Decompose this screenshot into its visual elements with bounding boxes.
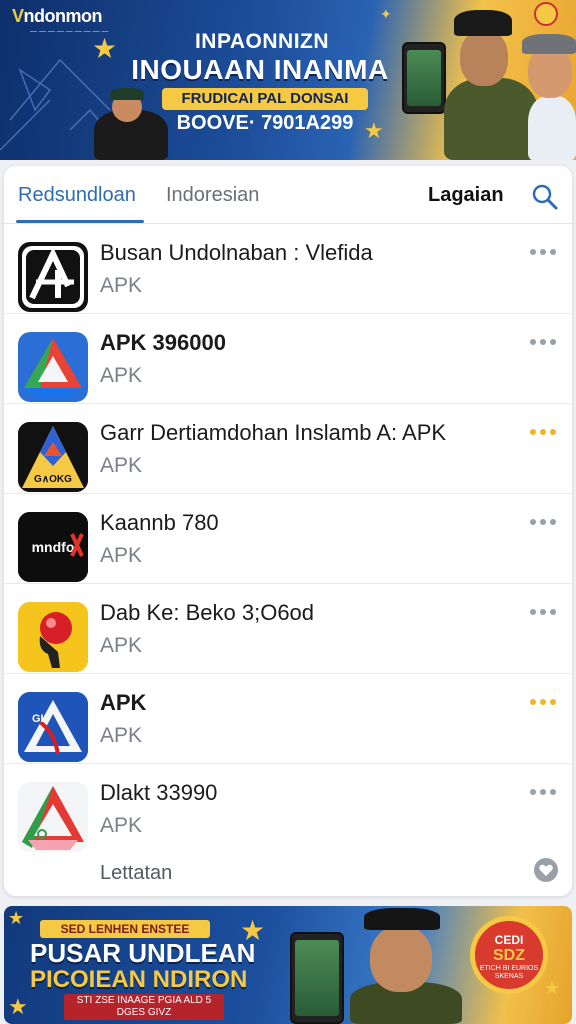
- blue-warning-icon: GL: [18, 692, 88, 762]
- app-title: Busan Undolnaban : Vlefida: [100, 240, 373, 265]
- bottom-banner-title1: PUSAR UNDLEAN: [30, 938, 256, 968]
- app-subtitle: APK: [100, 634, 143, 657]
- banner-highlight: FRUDICAI PAL DONSAI: [162, 88, 368, 110]
- tab-redsundloan[interactable]: Redsundloan: [18, 184, 136, 207]
- tab-bar: Redsundloan Indoresian Lagaian: [4, 166, 572, 224]
- more-options-button[interactable]: [530, 694, 560, 710]
- list-item[interactable]: GL APK APK: [4, 674, 572, 764]
- app-subtitle: APK: [100, 544, 143, 567]
- officer-cap: [364, 908, 440, 930]
- more-options-button[interactable]: [530, 424, 560, 440]
- app-title: APK: [100, 690, 147, 715]
- favorite-button[interactable]: [534, 858, 558, 882]
- list-item[interactable]: Dlakt 33990 APK: [4, 764, 572, 854]
- yellow-black-logo-icon: G∧OKG: [18, 422, 88, 492]
- app-subtitle: APK: [100, 814, 143, 837]
- active-tab-indicator: [16, 220, 144, 223]
- more-options-button[interactable]: [530, 784, 560, 800]
- top-promo-banner[interactable]: Vndonmon — — — — — — — — — ★ ★ ✦ INPAONN…: [0, 0, 576, 160]
- promo-seal-badge: CEDI SDZ ETICH BI EURIOS SKENAS: [470, 916, 548, 994]
- app-title: Dab Ke: Beko 3;O6od: [100, 600, 315, 625]
- app-subtitle: APK: [100, 274, 143, 297]
- svg-text:mndfo: mndfo: [32, 539, 75, 555]
- svg-text:G∧OKG: G∧OKG: [34, 474, 72, 485]
- banner-subtitle: BOOVE· 7901A299: [176, 112, 354, 134]
- drive-triangle-icon: [18, 332, 88, 402]
- tab-lagaian[interactable]: Lagaian: [428, 184, 504, 207]
- bottom-banner-title2: PICOIEAN NDIRON: [30, 966, 248, 993]
- heart-icon: [539, 864, 553, 876]
- officer-head: [370, 926, 432, 992]
- banner-title-line1: INPAONNIZN: [194, 30, 330, 53]
- red-ball-icon: [18, 602, 88, 672]
- bottom-banner-note: STI ZSE INAAGE PGIA ALD 5 DGES GIVZ: [64, 994, 224, 1020]
- search-button[interactable]: [530, 182, 560, 212]
- app-list-card: Redsundloan Indoresian Lagaian Busan Und…: [4, 166, 572, 896]
- phone-illustration: [290, 932, 344, 1024]
- app-title: Kaannb 780: [100, 510, 219, 535]
- person-cap: [110, 88, 144, 100]
- app-title: APK 396000: [100, 330, 226, 355]
- search-icon: [532, 184, 558, 210]
- star-icon: ★: [92, 33, 118, 64]
- app-title: Dlakt 33990: [100, 780, 218, 805]
- more-options-button[interactable]: [530, 244, 560, 260]
- app-subtitle: APK: [100, 364, 143, 387]
- list-item[interactable]: Busan Undolnaban : Vlefida APK: [4, 224, 572, 314]
- app-subtitle: APK: [100, 454, 143, 477]
- officer-head: [460, 30, 508, 86]
- second-person-illustration: [528, 96, 576, 160]
- list-item[interactable]: G∧OKG Garr Dertiamdohan Inslamb A: APK A…: [4, 404, 572, 494]
- second-person-cap: [522, 34, 576, 54]
- star-icon: ★: [544, 978, 561, 998]
- bottom-promo-banner[interactable]: ★ ★ ★ ★ SED LENHEN ENSTEE PUSAR UNDLEAN …: [4, 906, 572, 1024]
- banner-title-line2: INOUAAN INANMA: [131, 54, 389, 85]
- footer-link[interactable]: Lettatan: [100, 862, 172, 885]
- more-options-button[interactable]: [530, 514, 560, 530]
- brand-logo: Vndonmon: [12, 6, 103, 26]
- green-red-triangle-icon: [18, 782, 88, 852]
- list-item[interactable]: Dab Ke: Beko 3;O6od APK: [4, 584, 572, 674]
- officer-cap: [454, 10, 512, 36]
- list-item[interactable]: APK 396000 APK: [4, 314, 572, 404]
- more-options-button[interactable]: [530, 334, 560, 350]
- svg-text:GL: GL: [32, 713, 48, 725]
- officer-illustration: [444, 78, 538, 160]
- mndfox-logo-icon: mndfo: [18, 512, 88, 582]
- phone-illustration: [402, 42, 446, 114]
- star-icon: ★: [8, 994, 28, 1019]
- star-icon: ★: [8, 908, 25, 928]
- app-subtitle: APK: [100, 724, 143, 747]
- more-options-button[interactable]: [530, 604, 560, 620]
- app-title: Garr Dertiamdohan Inslamb A: APK: [100, 420, 447, 445]
- tab-indoresian[interactable]: Indoresian: [166, 184, 259, 207]
- star-icon: ✦: [380, 6, 392, 22]
- ai-logo-icon: [18, 242, 88, 312]
- bottom-banner-tag: SED LENHEN ENSTEE: [40, 920, 210, 938]
- list-item[interactable]: mndfo Kaannb 780 APK: [4, 494, 572, 584]
- compass-badge-icon: [534, 2, 558, 26]
